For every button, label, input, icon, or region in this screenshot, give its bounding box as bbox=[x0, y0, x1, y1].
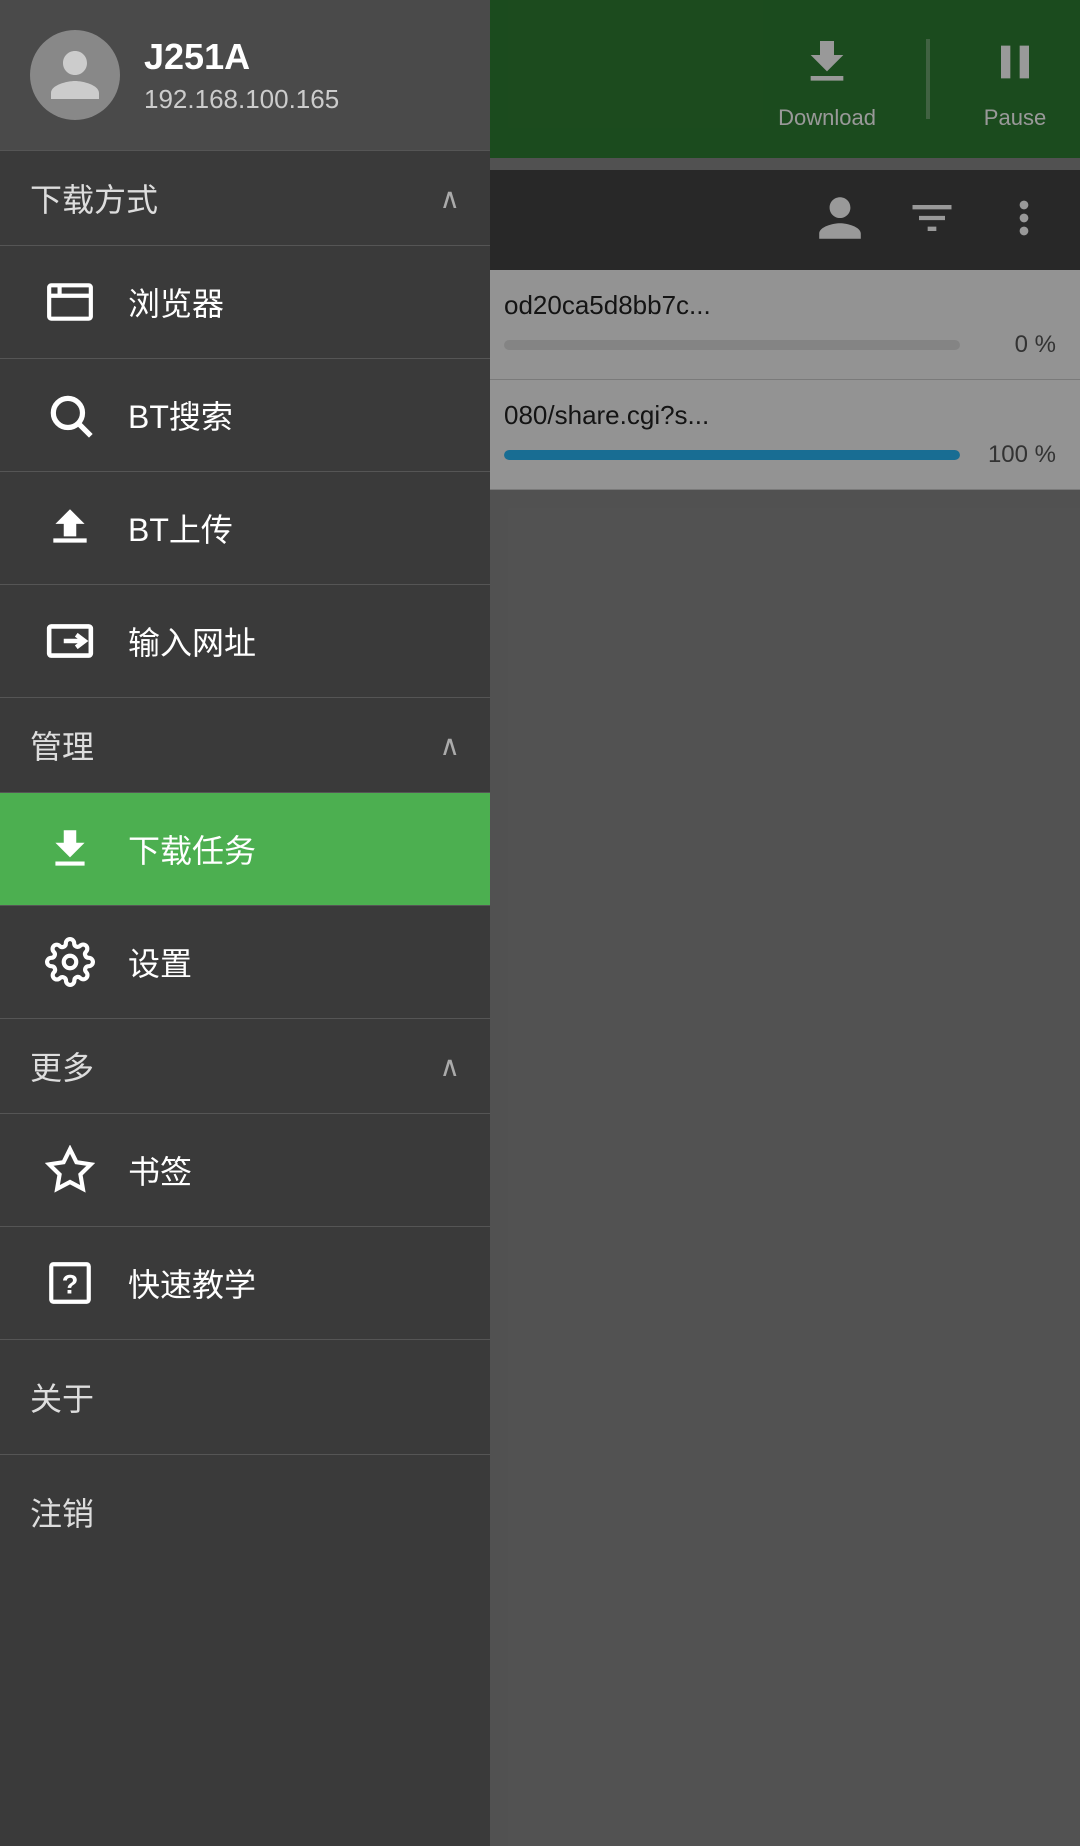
menu-item-bt-upload[interactable]: BT上传 bbox=[0, 471, 490, 584]
menu-item-logout[interactable]: 注销 bbox=[0, 1454, 490, 1569]
drawer-header: J251A 192.168.100.165 bbox=[0, 0, 490, 150]
chevron-up-icon-manage: ∧ bbox=[440, 729, 461, 762]
menu-item-download-task[interactable]: 下载任务 bbox=[0, 792, 490, 905]
browser-icon bbox=[40, 272, 100, 332]
section-more-title: 更多 bbox=[30, 1043, 94, 1089]
menu-item-bookmark[interactable]: 书签 bbox=[0, 1113, 490, 1226]
menu-item-bt-search-label: BT搜索 bbox=[128, 392, 233, 438]
settings-icon bbox=[40, 932, 100, 992]
user-info: J251A 192.168.100.165 bbox=[144, 36, 339, 115]
menu-item-settings[interactable]: 设置 bbox=[0, 905, 490, 1018]
search-icon bbox=[40, 385, 100, 445]
chevron-up-icon-more: ∧ bbox=[440, 1050, 461, 1083]
menu-item-input-url[interactable]: 输入网址 bbox=[0, 584, 490, 697]
section-download[interactable]: 下载方式 ∧ bbox=[0, 150, 490, 245]
avatar bbox=[30, 30, 120, 120]
menu-item-bt-upload-label: BT上传 bbox=[128, 505, 233, 551]
menu-item-logout-label: 注销 bbox=[30, 1496, 94, 1532]
menu-item-tutorial[interactable]: ? 快速教学 bbox=[0, 1226, 490, 1339]
section-manage[interactable]: 管理 ∧ bbox=[0, 697, 490, 792]
menu-item-tutorial-label: 快速教学 bbox=[128, 1260, 256, 1306]
menu-item-bt-search[interactable]: BT搜索 bbox=[0, 358, 490, 471]
drawer-scroll: 下载方式 ∧ 浏览器 BT搜索 bbox=[0, 150, 490, 1846]
section-manage-title: 管理 bbox=[30, 722, 94, 768]
bookmark-icon bbox=[40, 1140, 100, 1200]
chevron-up-icon: ∧ bbox=[440, 182, 461, 215]
menu-item-bookmark-label: 书签 bbox=[128, 1147, 192, 1193]
user-ip: 192.168.100.165 bbox=[144, 84, 339, 115]
menu-item-browser[interactable]: 浏览器 bbox=[0, 245, 490, 358]
section-download-title: 下载方式 bbox=[30, 175, 158, 221]
upload-icon bbox=[40, 498, 100, 558]
input-url-icon bbox=[40, 611, 100, 671]
user-name: J251A bbox=[144, 36, 339, 78]
menu-item-about-label: 关于 bbox=[30, 1381, 94, 1417]
svg-text:?: ? bbox=[62, 1268, 79, 1299]
menu-item-input-url-label: 输入网址 bbox=[128, 618, 256, 664]
menu-item-download-task-label: 下载任务 bbox=[128, 826, 256, 872]
section-more[interactable]: 更多 ∧ bbox=[0, 1018, 490, 1113]
menu-item-browser-label: 浏览器 bbox=[128, 279, 224, 325]
menu-item-settings-label: 设置 bbox=[128, 939, 192, 985]
download-task-icon bbox=[40, 819, 100, 879]
navigation-drawer: J251A 192.168.100.165 下载方式 ∧ 浏览器 bbox=[0, 0, 490, 1846]
menu-item-about[interactable]: 关于 bbox=[0, 1339, 490, 1454]
help-icon: ? bbox=[40, 1253, 100, 1313]
